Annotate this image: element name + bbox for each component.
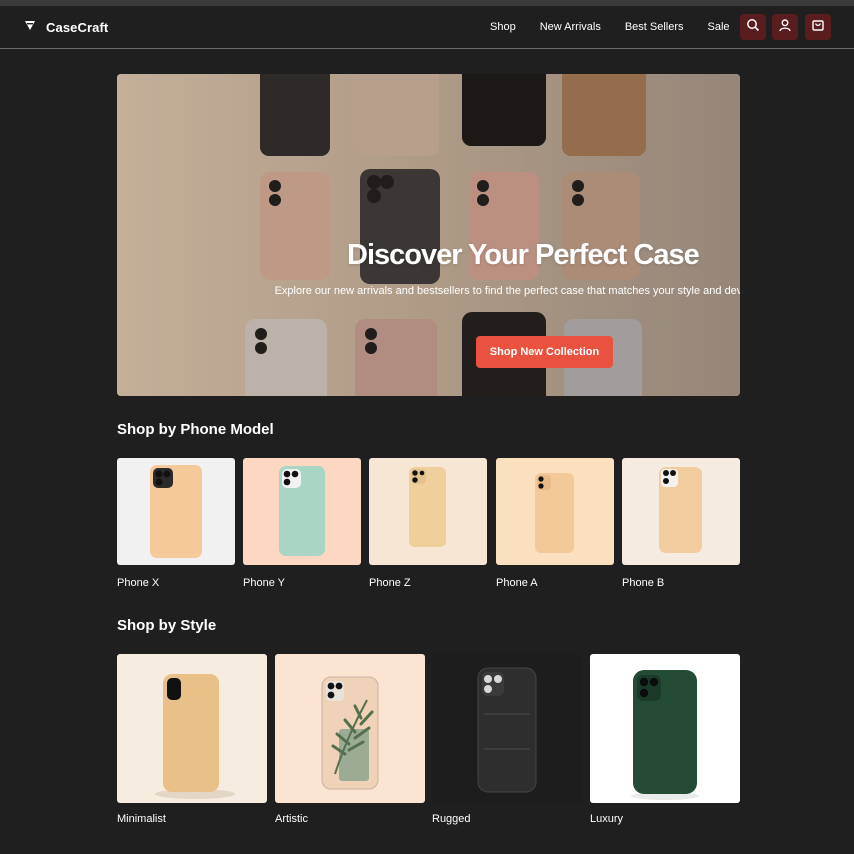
style-card-rugged[interactable]: Rugged	[432, 654, 582, 825]
style-label: Rugged	[432, 813, 471, 825]
phone-model-card-z[interactable]: Phone Z	[369, 458, 487, 589]
nav-shop[interactable]: Shop	[490, 21, 516, 33]
phone-model-image	[117, 458, 235, 565]
hero-subtitle: Explore our new arrivals and bestsellers…	[274, 285, 740, 297]
phone-model-image	[243, 458, 361, 565]
hero-background-image	[117, 74, 740, 396]
phone-model-card-b[interactable]: Phone B	[622, 458, 740, 589]
phone-models-heading: Shop by Phone Model	[117, 421, 274, 438]
phone-model-label: Phone A	[496, 577, 538, 589]
hero-title: Discover Your Perfect Case	[347, 239, 700, 271]
search-button[interactable]	[740, 14, 766, 40]
cart-button[interactable]	[805, 14, 831, 40]
phone-model-card-a[interactable]: Phone A	[496, 458, 614, 589]
style-label: Minimalist	[117, 813, 166, 825]
phone-model-card-y[interactable]: Phone Y	[243, 458, 361, 589]
hero-banner: Discover Your Perfect Case Explore our n…	[117, 74, 740, 396]
style-image	[117, 654, 267, 803]
site-header: CaseCraft Shop New Arrivals Best Sellers…	[0, 6, 854, 49]
phone-model-label: Phone Y	[243, 577, 286, 589]
style-label: Artistic	[275, 813, 308, 825]
search-icon	[746, 18, 760, 37]
user-icon	[778, 18, 792, 37]
styles-heading: Shop by Style	[117, 617, 217, 634]
phone-model-label: Phone Z	[369, 577, 411, 589]
style-image	[590, 654, 740, 803]
phone-model-image	[369, 458, 487, 565]
cart-icon	[811, 18, 825, 37]
brand[interactable]: CaseCraft	[24, 18, 108, 36]
phone-model-image	[496, 458, 614, 565]
style-image	[275, 654, 425, 803]
style-card-artistic[interactable]: Artistic	[275, 654, 425, 825]
style-label: Luxury	[590, 813, 624, 825]
phone-model-label: Phone X	[117, 577, 160, 589]
nav-best-sellers[interactable]: Best Sellers	[625, 21, 684, 33]
style-card-minimalist[interactable]: Minimalist	[117, 654, 267, 825]
logo-icon	[24, 18, 36, 36]
shop-new-collection-button[interactable]: Shop New Collection	[476, 336, 613, 368]
brand-name: CaseCraft	[46, 19, 109, 35]
nav-new-arrivals[interactable]: New Arrivals	[540, 21, 601, 33]
style-card-luxury[interactable]: Luxury	[590, 654, 740, 825]
phone-model-image	[622, 458, 740, 565]
phone-model-card-x[interactable]: Phone X	[117, 458, 235, 589]
phone-model-label: Phone B	[622, 577, 665, 589]
main-nav: Shop New Arrivals Best Sellers Sale	[490, 21, 730, 33]
account-button[interactable]	[772, 14, 798, 40]
nav-sale[interactable]: Sale	[708, 21, 730, 33]
style-image	[432, 654, 582, 803]
